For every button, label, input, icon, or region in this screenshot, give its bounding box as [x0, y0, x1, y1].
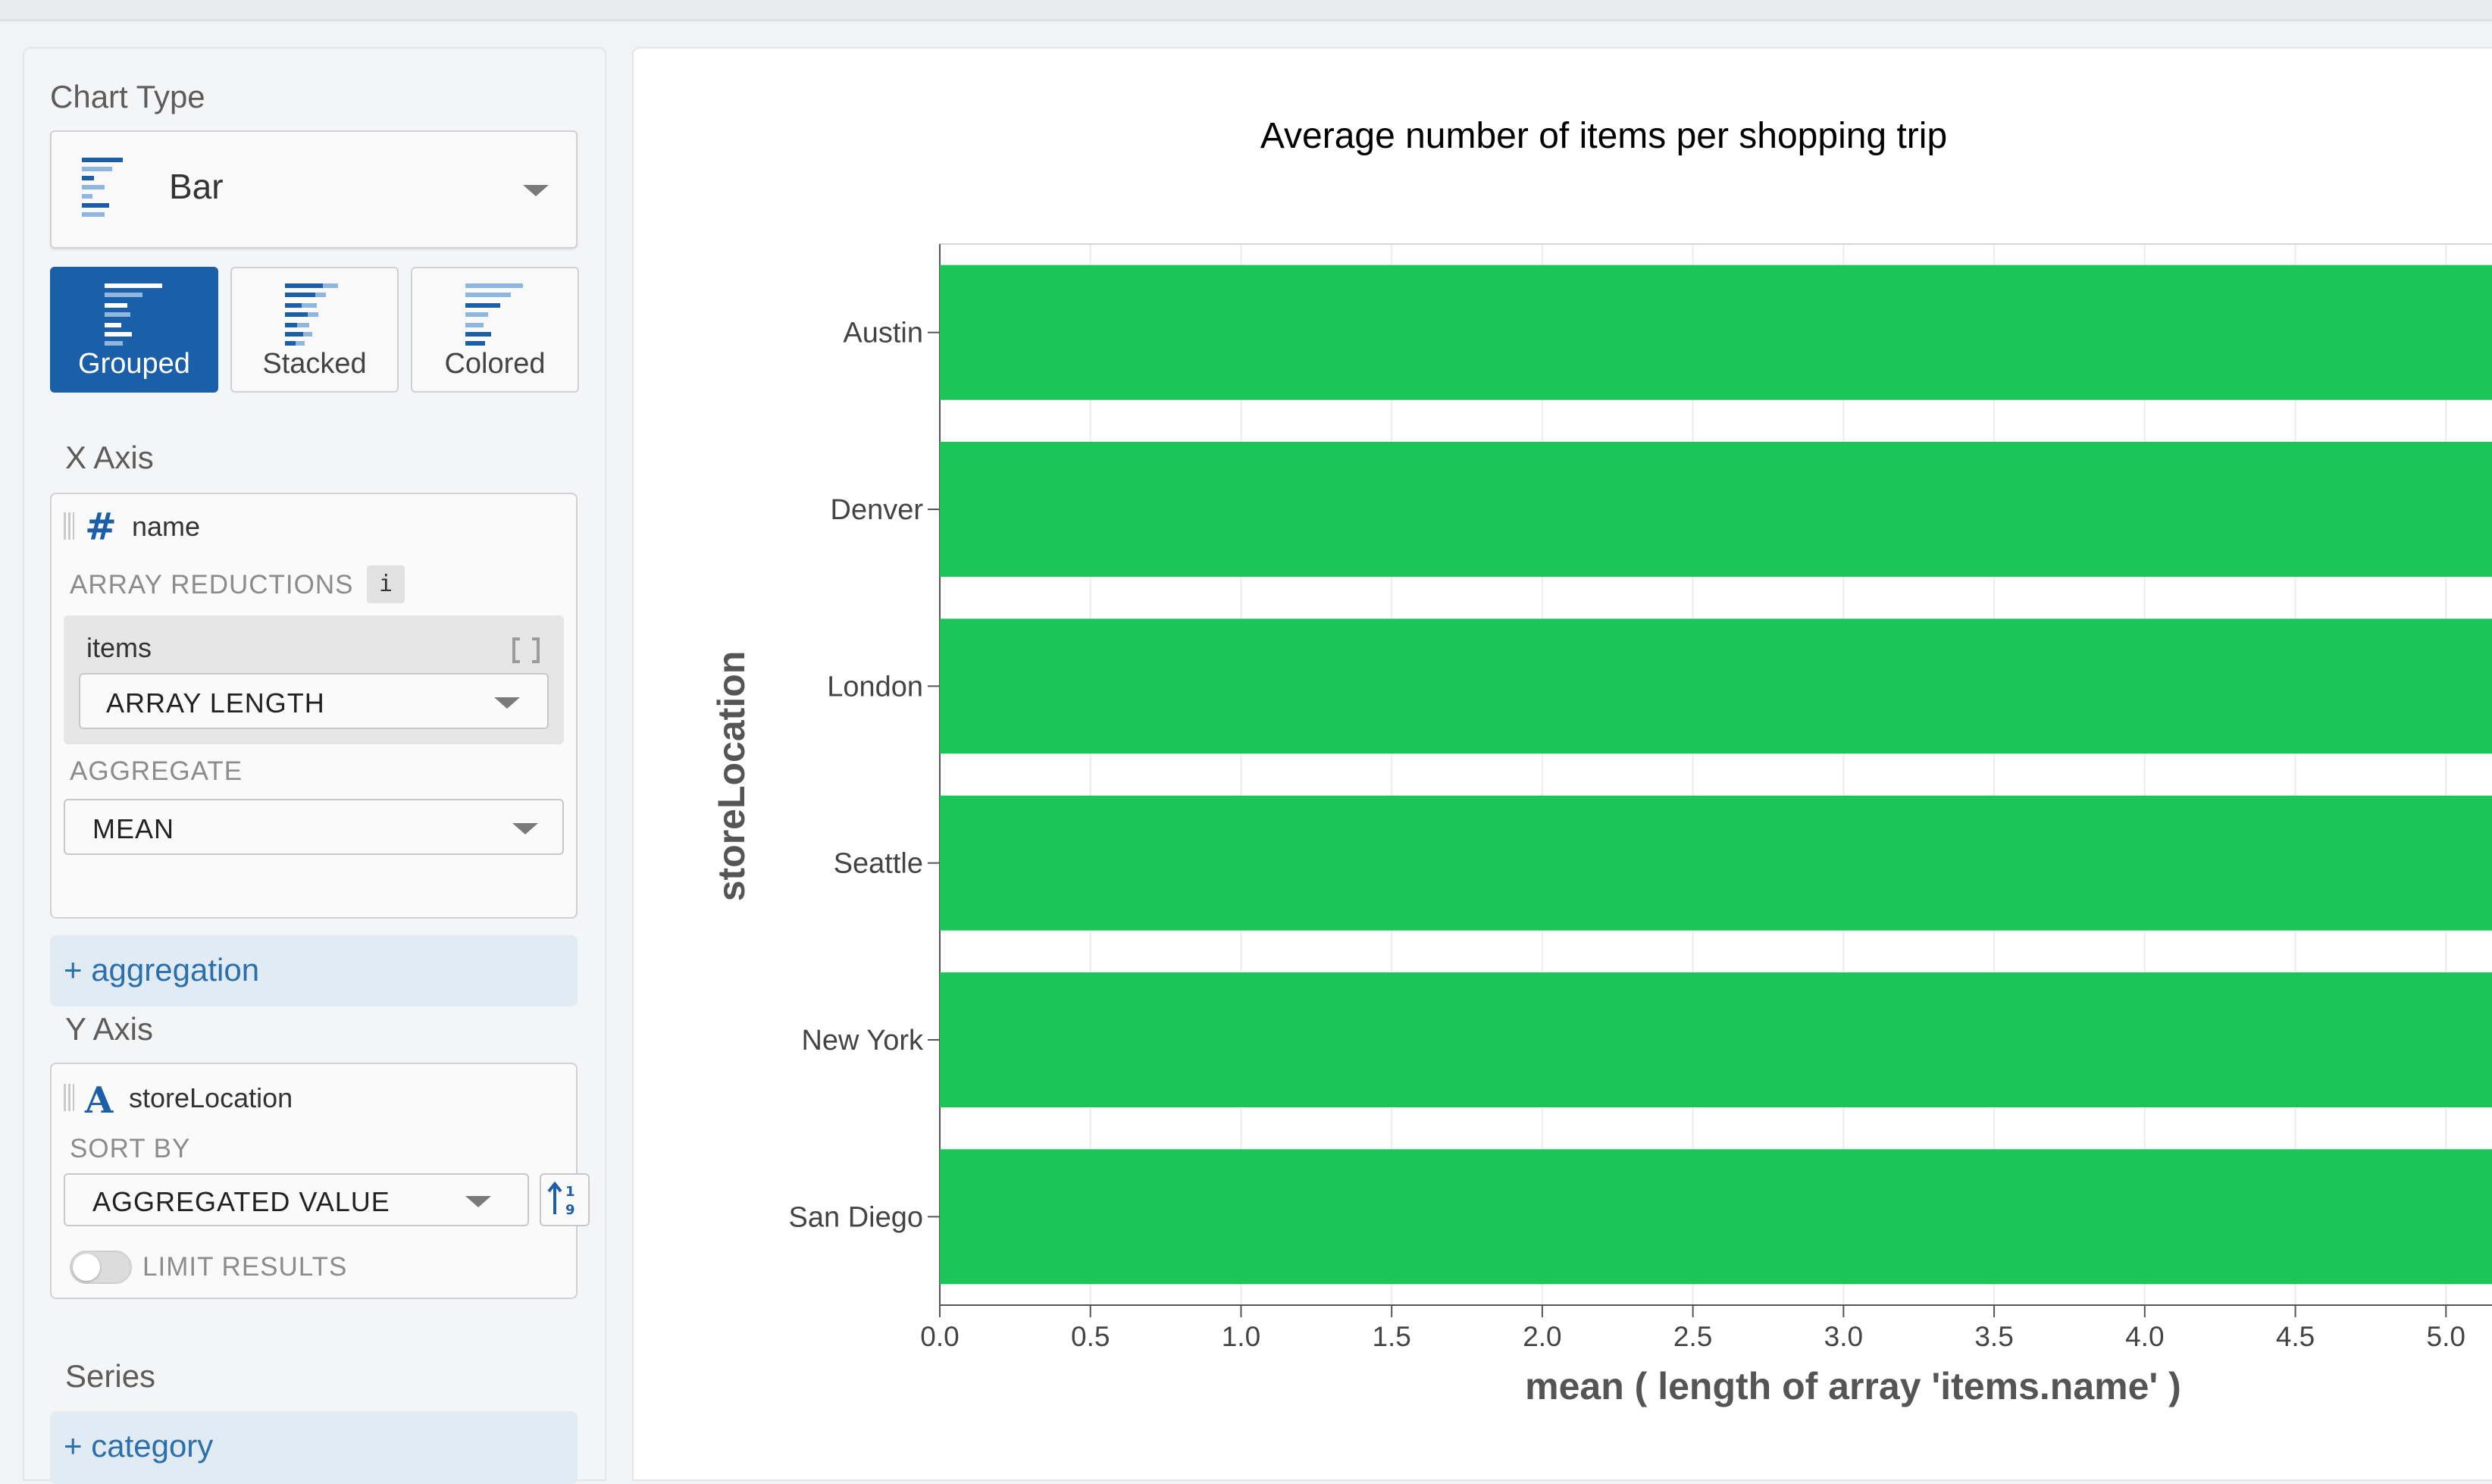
array-length-value: ARRAY LENGTH [106, 687, 325, 719]
chevron-down-icon [465, 1196, 491, 1207]
drag-handle-icon[interactable] [64, 1084, 74, 1111]
bar-chart-icon [82, 158, 123, 217]
y-axis-label: storeLocation [710, 651, 753, 902]
chevron-down-icon [523, 185, 549, 196]
bar-new-york[interactable] [940, 972, 2492, 1107]
aggregate-select[interactable]: MEAN [64, 799, 564, 855]
y-tick-label: San Diego [789, 1201, 923, 1233]
y-tick-label: Denver [831, 494, 924, 526]
bar-chart: Austin Denver London Seattle New York San Die… [710, 243, 2492, 1407]
items-label: items [86, 632, 152, 663]
top-bar [0, 0, 2492, 21]
x-axis-field-card: # name ARRAY REDUCTIONS i items ARRAY LE… [50, 493, 578, 919]
x-tick-label: 4.0 [2125, 1321, 2164, 1352]
x-tick-label: 1.5 [1372, 1321, 1410, 1352]
colored-subtype-button[interactable]: Colored [411, 267, 579, 393]
array-length-select[interactable]: ARRAY LENGTH [79, 673, 549, 729]
limit-results-toggle[interactable] [70, 1251, 132, 1284]
x-field-name: name [132, 511, 201, 542]
chevron-down-icon [494, 697, 520, 709]
bar-austin[interactable] [940, 265, 2492, 400]
aggregate-value: MEAN [92, 813, 175, 844]
x-tick-label: 4.5 [2276, 1321, 2315, 1352]
svg-text:1: 1 [565, 1184, 575, 1200]
limit-results-label: LIMIT RESULTS [142, 1252, 348, 1282]
add-category-button[interactable]: + category [50, 1411, 578, 1484]
sort-ascending-icon: 1 9 [547, 1181, 575, 1218]
stacked-label: Stacked [262, 348, 367, 380]
bar-san-diego[interactable] [940, 1149, 2492, 1285]
chart-canvas-panel: Average number of items per shopping tri… [632, 47, 2492, 1481]
x-tick-label: 3.0 [1824, 1321, 1863, 1352]
series-title: Series [65, 1358, 156, 1394]
bar-london[interactable] [940, 618, 2492, 754]
stacked-subtype-button[interactable]: Stacked [230, 267, 399, 393]
array-reduction-box: items ARRAY LENGTH [64, 615, 564, 744]
y-tick-label: New York [801, 1025, 924, 1057]
y-field-name: storeLocation [129, 1082, 293, 1113]
y-axis-title: Y Axis [65, 1011, 153, 1047]
chart-type-dropdown[interactable]: Bar [50, 130, 578, 249]
y-tick-label: London [827, 671, 923, 703]
sort-by-label: SORT BY [70, 1134, 191, 1163]
drag-handle-icon[interactable] [64, 512, 74, 540]
svg-text:A: A [84, 1079, 114, 1117]
bar-seattle[interactable] [940, 795, 2492, 931]
y-tick-label: Austin [843, 318, 923, 349]
sort-order-button[interactable]: 1 9 [540, 1173, 590, 1226]
svg-text:9: 9 [565, 1202, 575, 1218]
colored-label: Colored [444, 348, 546, 380]
chart-type-value: Bar [169, 167, 224, 206]
bar-denver[interactable] [940, 442, 2492, 577]
colored-bar-icon [465, 283, 523, 346]
grouped-bar-icon [105, 283, 162, 346]
x-tick-label: 3.5 [1974, 1321, 2013, 1352]
x-tick-label: 2.5 [1673, 1321, 1712, 1352]
aggregate-label: AGGREGATE [70, 756, 243, 786]
chart-config-panel: Chart Type Bar Grouped Stacked Colored X… [23, 47, 606, 1484]
x-axis-label: mean ( length of array 'items.name' ) [1525, 1365, 2181, 1407]
info-icon[interactable]: i [367, 565, 405, 603]
x-tick-label: 2.0 [1523, 1321, 1561, 1352]
y-axis-field-card: A storeLocation SORT BY AGGREGATED VALUE… [50, 1063, 590, 1299]
x-tick-label: 0.0 [920, 1321, 959, 1352]
text-a-icon: A [84, 1079, 114, 1117]
x-tick-label: 1.0 [1222, 1321, 1260, 1352]
x-tick-label: 0.5 [1071, 1321, 1110, 1352]
array-brackets-icon [512, 637, 540, 663]
y-tick-label: Seattle [834, 848, 923, 880]
svg-text:#: # [85, 508, 117, 544]
chart-type-title: Chart Type [50, 79, 205, 114]
number-hash-icon: # [85, 508, 117, 544]
add-aggregation-button[interactable]: + aggregation [50, 935, 578, 1007]
grouped-subtype-button[interactable]: Grouped [50, 267, 218, 393]
grouped-label: Grouped [78, 348, 190, 380]
sort-by-value: AGGREGATED VALUE [92, 1186, 390, 1217]
chevron-down-icon [512, 823, 538, 834]
x-tick-label: 5.0 [2427, 1321, 2465, 1352]
stacked-bar-icon [285, 283, 338, 346]
array-reductions-label: ARRAY REDUCTIONS [70, 570, 354, 600]
x-axis-title: X Axis [65, 440, 154, 475]
sort-by-select[interactable]: AGGREGATED VALUE [64, 1173, 529, 1226]
